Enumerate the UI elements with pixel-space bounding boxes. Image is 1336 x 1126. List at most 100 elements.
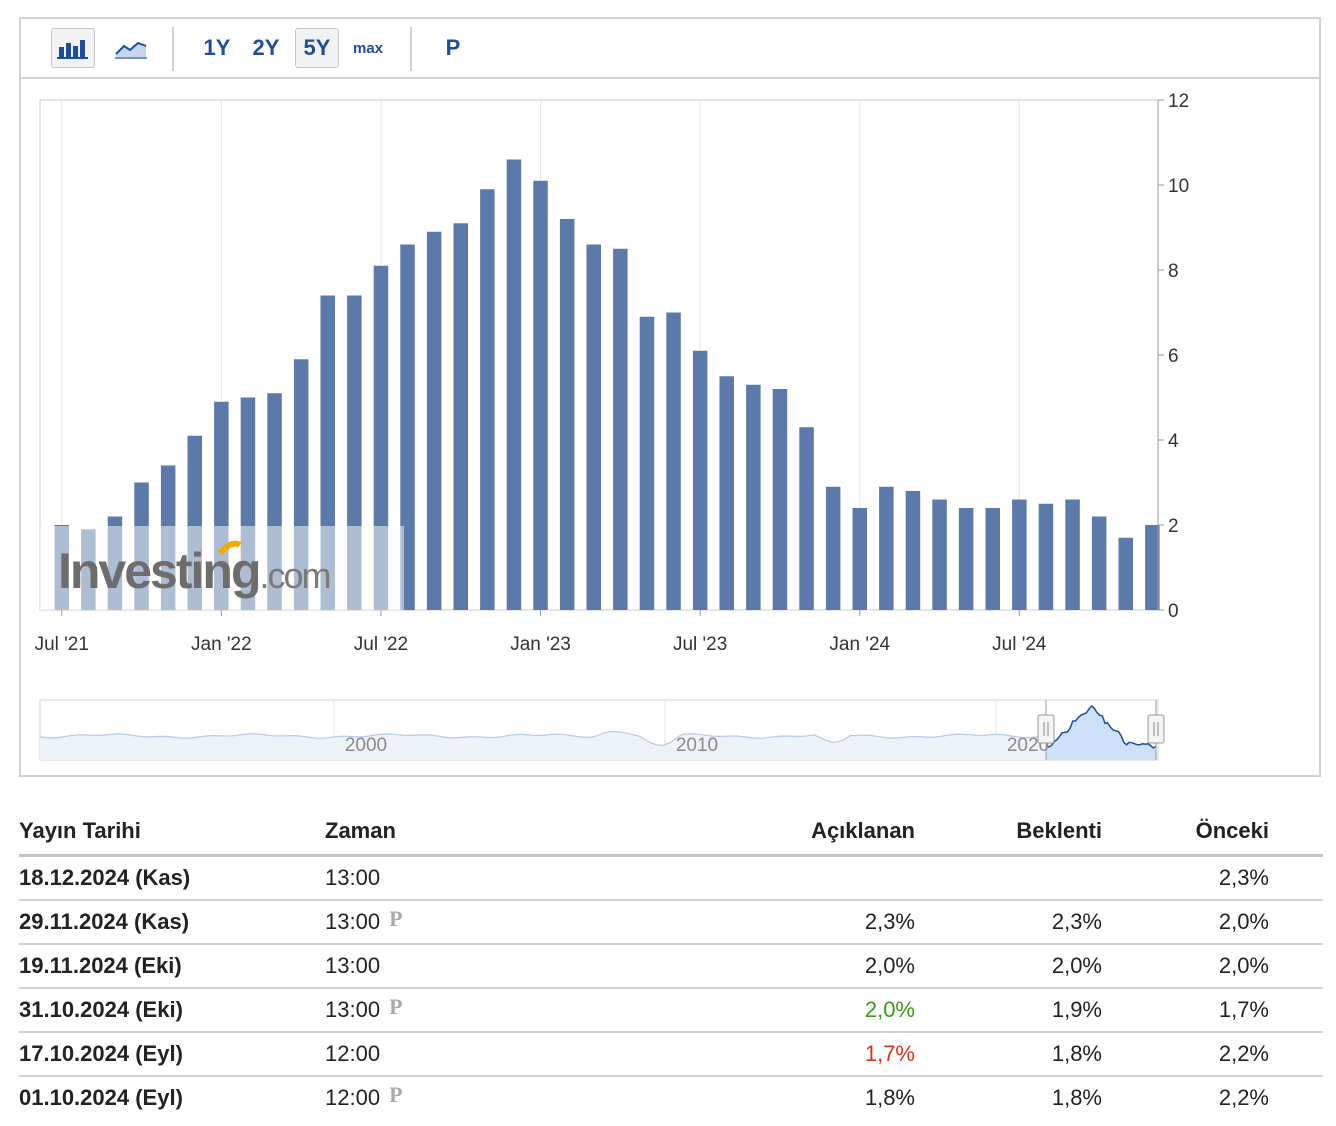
bar: [985, 508, 1000, 610]
header-forecast[interactable]: Beklenti: [1016, 808, 1102, 854]
table-header: Yayın Tarihi Zaman Açıklanan Beklenti Ön…: [19, 808, 1323, 857]
previous-cell: 2,0%: [1218, 953, 1269, 978]
header-release-date[interactable]: Yayın Tarihi: [19, 808, 141, 854]
time-value: 13:00: [325, 909, 381, 934]
bar: [1012, 499, 1027, 610]
bar: [1038, 503, 1054, 610]
time-value: 12:00: [325, 1041, 381, 1066]
bar: [480, 189, 495, 610]
y-tick-label: 10: [1168, 176, 1189, 197]
release-history-table: Yayın Tarihi Zaman Açıklanan Beklenti Ön…: [19, 808, 1323, 1119]
preliminary-icon: P: [389, 906, 403, 931]
release-date-cell: 31.10.2024 (Eki): [19, 997, 183, 1022]
time-cell: 13:00: [325, 857, 380, 899]
bar: [825, 486, 841, 610]
forecast-cell: 1,8%: [1051, 1041, 1102, 1066]
bar: [905, 491, 921, 610]
preliminary-icon: P: [389, 994, 403, 1019]
forecast-cell: 2,3%: [1051, 909, 1102, 934]
bar: [932, 499, 947, 610]
bar: [453, 223, 468, 610]
bar: [506, 159, 522, 610]
header-time[interactable]: Zaman: [325, 808, 396, 854]
bar: [1065, 499, 1080, 610]
watermark-logo: Investing.com: [40, 526, 404, 610]
y-tick-label: 2: [1168, 516, 1179, 537]
time-value: 13:00: [325, 953, 381, 978]
previous-cell: 2,2%: [1218, 1041, 1269, 1066]
time-cell: 13:00: [325, 945, 380, 987]
bar: [586, 244, 601, 610]
x-tick-label: Jan '22: [191, 634, 252, 655]
y-tick-label: 4: [1168, 431, 1179, 452]
range-navigator[interactable]: 2000 2010 2020: [39, 699, 1165, 761]
actual-cell: 1,7%: [864, 1041, 915, 1066]
bar: [1091, 516, 1107, 610]
table-row: 19.11.2024 (Eki) 13:00 2,0% 2,0% 2,0%: [19, 945, 1323, 989]
time-value: 13:00: [325, 865, 381, 890]
forecast-cell: 1,9%: [1051, 997, 1102, 1022]
navigator-year-label: 2000: [345, 735, 387, 756]
previous-cell: 2,0%: [1218, 909, 1269, 934]
x-tick-label: Jan '24: [829, 634, 890, 655]
time-value: 13:00: [325, 997, 381, 1022]
time-cell: 13:00 P: [325, 989, 403, 1031]
release-date-cell: 18.12.2024 (Kas): [19, 865, 191, 890]
time-value: 12:00: [325, 1085, 381, 1110]
x-tick-label: Jul '23: [673, 634, 727, 655]
navigator-handle[interactable]: [1147, 714, 1165, 744]
actual-cell: 2,3%: [864, 909, 915, 934]
previous-cell: 1,7%: [1218, 997, 1269, 1022]
forecast-cell: 1,8%: [1051, 1085, 1102, 1110]
x-tick-label: Jul '24: [992, 634, 1047, 655]
bar: [958, 508, 974, 610]
previous-cell: 2,2%: [1218, 1085, 1269, 1110]
time-cell: 12:00 P: [325, 1077, 403, 1119]
bar-chart: Investing.com 024681012 Jul '21 Jan '22 Ju…: [35, 91, 1189, 761]
forecast-cell: 2,0%: [1051, 953, 1102, 978]
actual-cell: 2,0%: [864, 997, 915, 1022]
bar: [613, 248, 628, 610]
actual-cell: 1,8%: [864, 1085, 915, 1110]
preliminary-icon: P: [389, 1082, 403, 1107]
bar: [692, 350, 708, 610]
bar: [533, 180, 548, 610]
y-tick-label: 6: [1168, 346, 1179, 367]
release-date-cell: 17.10.2024 (Eyl): [19, 1041, 183, 1066]
x-axis: Jul '21 Jan '22 Jul '22 Jan '23 Jul '23 Jan '…: [35, 610, 1047, 655]
bar: [639, 316, 655, 610]
previous-cell: 2,3%: [1218, 865, 1269, 890]
bar: [719, 376, 734, 610]
release-date-cell: 01.10.2024 (Eyl): [19, 1085, 183, 1110]
y-tick-label: 0: [1168, 601, 1179, 622]
actual-cell: 2,0%: [864, 953, 915, 978]
time-cell: 13:00 P: [325, 901, 403, 943]
header-previous[interactable]: Önceki: [1196, 808, 1269, 854]
x-tick-label: Jul '22: [354, 634, 408, 655]
table-row: 17.10.2024 (Eyl) 12:00 1,7% 1,8% 2,2%: [19, 1033, 1323, 1077]
bar: [1118, 537, 1133, 610]
table-row: 18.12.2024 (Kas) 13:00 2,3%: [19, 857, 1323, 901]
bar: [879, 486, 894, 610]
bar: [852, 508, 867, 610]
release-date-cell: 29.11.2024 (Kas): [19, 909, 190, 934]
header-actual[interactable]: Açıklanan: [811, 808, 915, 854]
bar: [746, 384, 761, 610]
bar: [426, 231, 442, 610]
y-axis: 0 2 4 6 8 10 12: [1157, 91, 1189, 622]
y-tick-label: 8: [1168, 261, 1179, 282]
bar: [772, 389, 788, 610]
table-body: 18.12.2024 (Kas) 13:00 2,3% 29.11.2024 (Kas…: [19, 857, 1323, 1119]
table-row: 01.10.2024 (Eyl) 12:00 P 1,8% 1,8% 2,2%: [19, 1077, 1323, 1119]
bar: [559, 219, 575, 610]
table-row: 31.10.2024 (Eki) 13:00 P 2,0% 1,9% 1,7%: [19, 989, 1323, 1033]
release-date-cell: 19.11.2024 (Eki): [19, 953, 182, 978]
x-tick-label: Jul '21: [35, 634, 89, 655]
navigator-handle[interactable]: [1037, 714, 1055, 744]
navigator-year-label: 2010: [676, 735, 718, 756]
table-row: 29.11.2024 (Kas) 13:00 P 2,3% 2,3% 2,0%: [19, 901, 1323, 945]
x-tick-label: Jan '23: [510, 634, 571, 655]
y-tick-label: 12: [1168, 91, 1189, 112]
bar: [1145, 525, 1160, 610]
bar: [666, 312, 681, 610]
